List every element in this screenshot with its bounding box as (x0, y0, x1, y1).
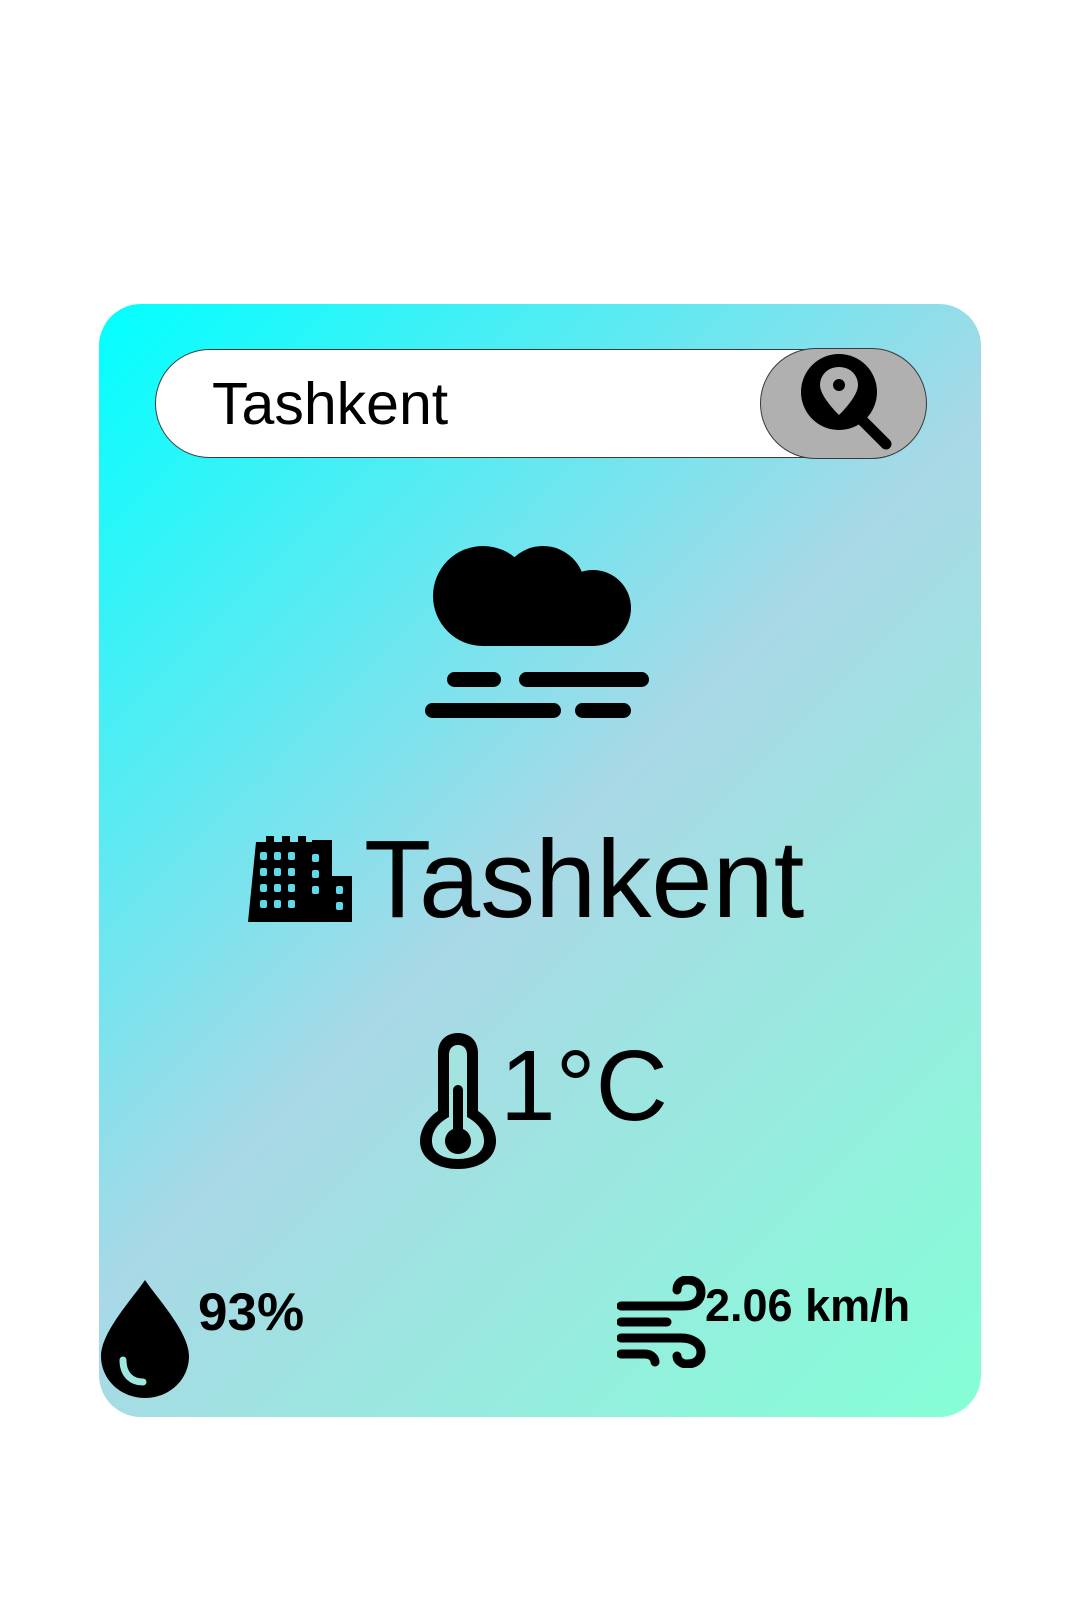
temperature-row: 1°C (418, 1025, 668, 1175)
city-buildings-icon (248, 836, 352, 922)
search-button[interactable] (760, 348, 927, 459)
wind-speed-value: 2.06 km/h (705, 1280, 911, 1331)
city-row: Tashkent (246, 820, 804, 940)
water-drop-icon (101, 1280, 189, 1398)
search-input[interactable] (212, 360, 752, 448)
city-name: Tashkent (364, 818, 805, 941)
wind-icon (617, 1276, 706, 1368)
humidity-value: 93% (198, 1283, 305, 1342)
cloud-fog-icon (425, 546, 649, 718)
temperature-value: 1°C (500, 1030, 668, 1142)
location-search-icon (801, 354, 892, 450)
thermometer-icon (420, 1033, 496, 1169)
